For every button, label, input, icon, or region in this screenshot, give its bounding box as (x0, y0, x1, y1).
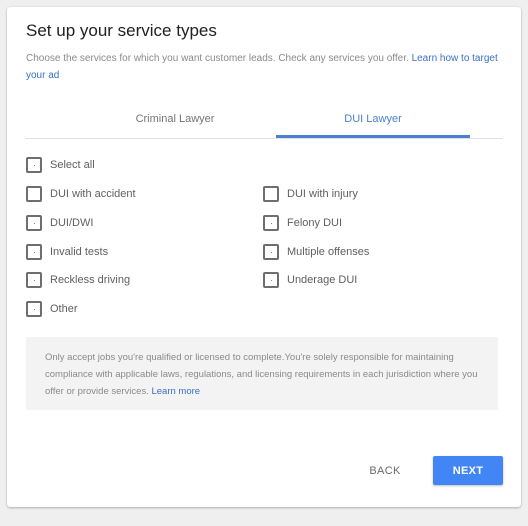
learn-more-link[interactable]: Learn more (151, 386, 200, 397)
checkbox-label: Select all (50, 159, 95, 171)
checkbox-icon[interactable] (263, 186, 279, 202)
next-button[interactable]: NEXT (433, 456, 503, 485)
checkbox-label: Other (50, 303, 78, 315)
back-button[interactable]: BACK (352, 458, 418, 484)
dialog-title: Set up your service types (26, 21, 217, 40)
service-category-tabs: Criminal Lawyer DUI Lawyer (25, 105, 503, 139)
checkbox-label: Reckless driving (50, 274, 131, 286)
checkbox-icon[interactable] (263, 244, 279, 260)
service-checkbox-other[interactable]: Other (26, 301, 78, 317)
checkbox-label: DUI with accident (50, 188, 136, 200)
checkbox-icon[interactable] (263, 215, 279, 231)
service-checkbox-dui-with-accident[interactable]: DUI with accident (26, 186, 136, 202)
select-all-checkbox[interactable]: Select all (26, 157, 95, 173)
tab-criminal-lawyer[interactable]: Criminal Lawyer (75, 105, 275, 136)
checkbox-icon[interactable] (26, 272, 42, 288)
service-checkbox-reckless-driving[interactable]: Reckless driving (26, 272, 130, 288)
checkbox-icon[interactable] (26, 157, 42, 173)
notice-body: Only accept jobs you're qualified or lic… (45, 352, 478, 397)
checkbox-icon[interactable] (26, 215, 42, 231)
service-types-dialog: Set up your service types Choose the ser… (7, 7, 521, 507)
subtitle-text: Choose the services for which you want c… (26, 53, 412, 64)
tab-dui-lawyer[interactable]: DUI Lawyer (276, 105, 470, 138)
service-checkbox-dui-dwi[interactable]: DUI/DWI (26, 215, 93, 231)
checkbox-label: Underage DUI (287, 274, 358, 286)
service-checkbox-multiple-offenses[interactable]: Multiple offenses (263, 244, 369, 260)
checkbox-label: Felony DUI (287, 217, 343, 229)
service-checkbox-dui-with-injury[interactable]: DUI with injury (263, 186, 358, 202)
checkbox-label: DUI/DWI (50, 217, 94, 229)
checkbox-icon[interactable] (26, 301, 42, 317)
compliance-notice: Only accept jobs you're qualified or lic… (26, 337, 498, 410)
service-checkbox-invalid-tests[interactable]: Invalid tests (26, 244, 108, 260)
checkbox-label: Invalid tests (50, 246, 109, 258)
service-checkbox-underage-dui[interactable]: Underage DUI (263, 272, 357, 288)
dialog-subtitle: Choose the services for which you want c… (26, 50, 506, 84)
checkbox-icon[interactable] (26, 186, 42, 202)
checkbox-label: DUI with injury (287, 188, 358, 200)
notice-text: Only accept jobs you're qualified or lic… (45, 349, 485, 400)
checkbox-icon[interactable] (263, 272, 279, 288)
service-checkbox-felony-dui[interactable]: Felony DUI (263, 215, 342, 231)
checkbox-icon[interactable] (26, 244, 42, 260)
checkbox-label: Multiple offenses (287, 246, 370, 258)
